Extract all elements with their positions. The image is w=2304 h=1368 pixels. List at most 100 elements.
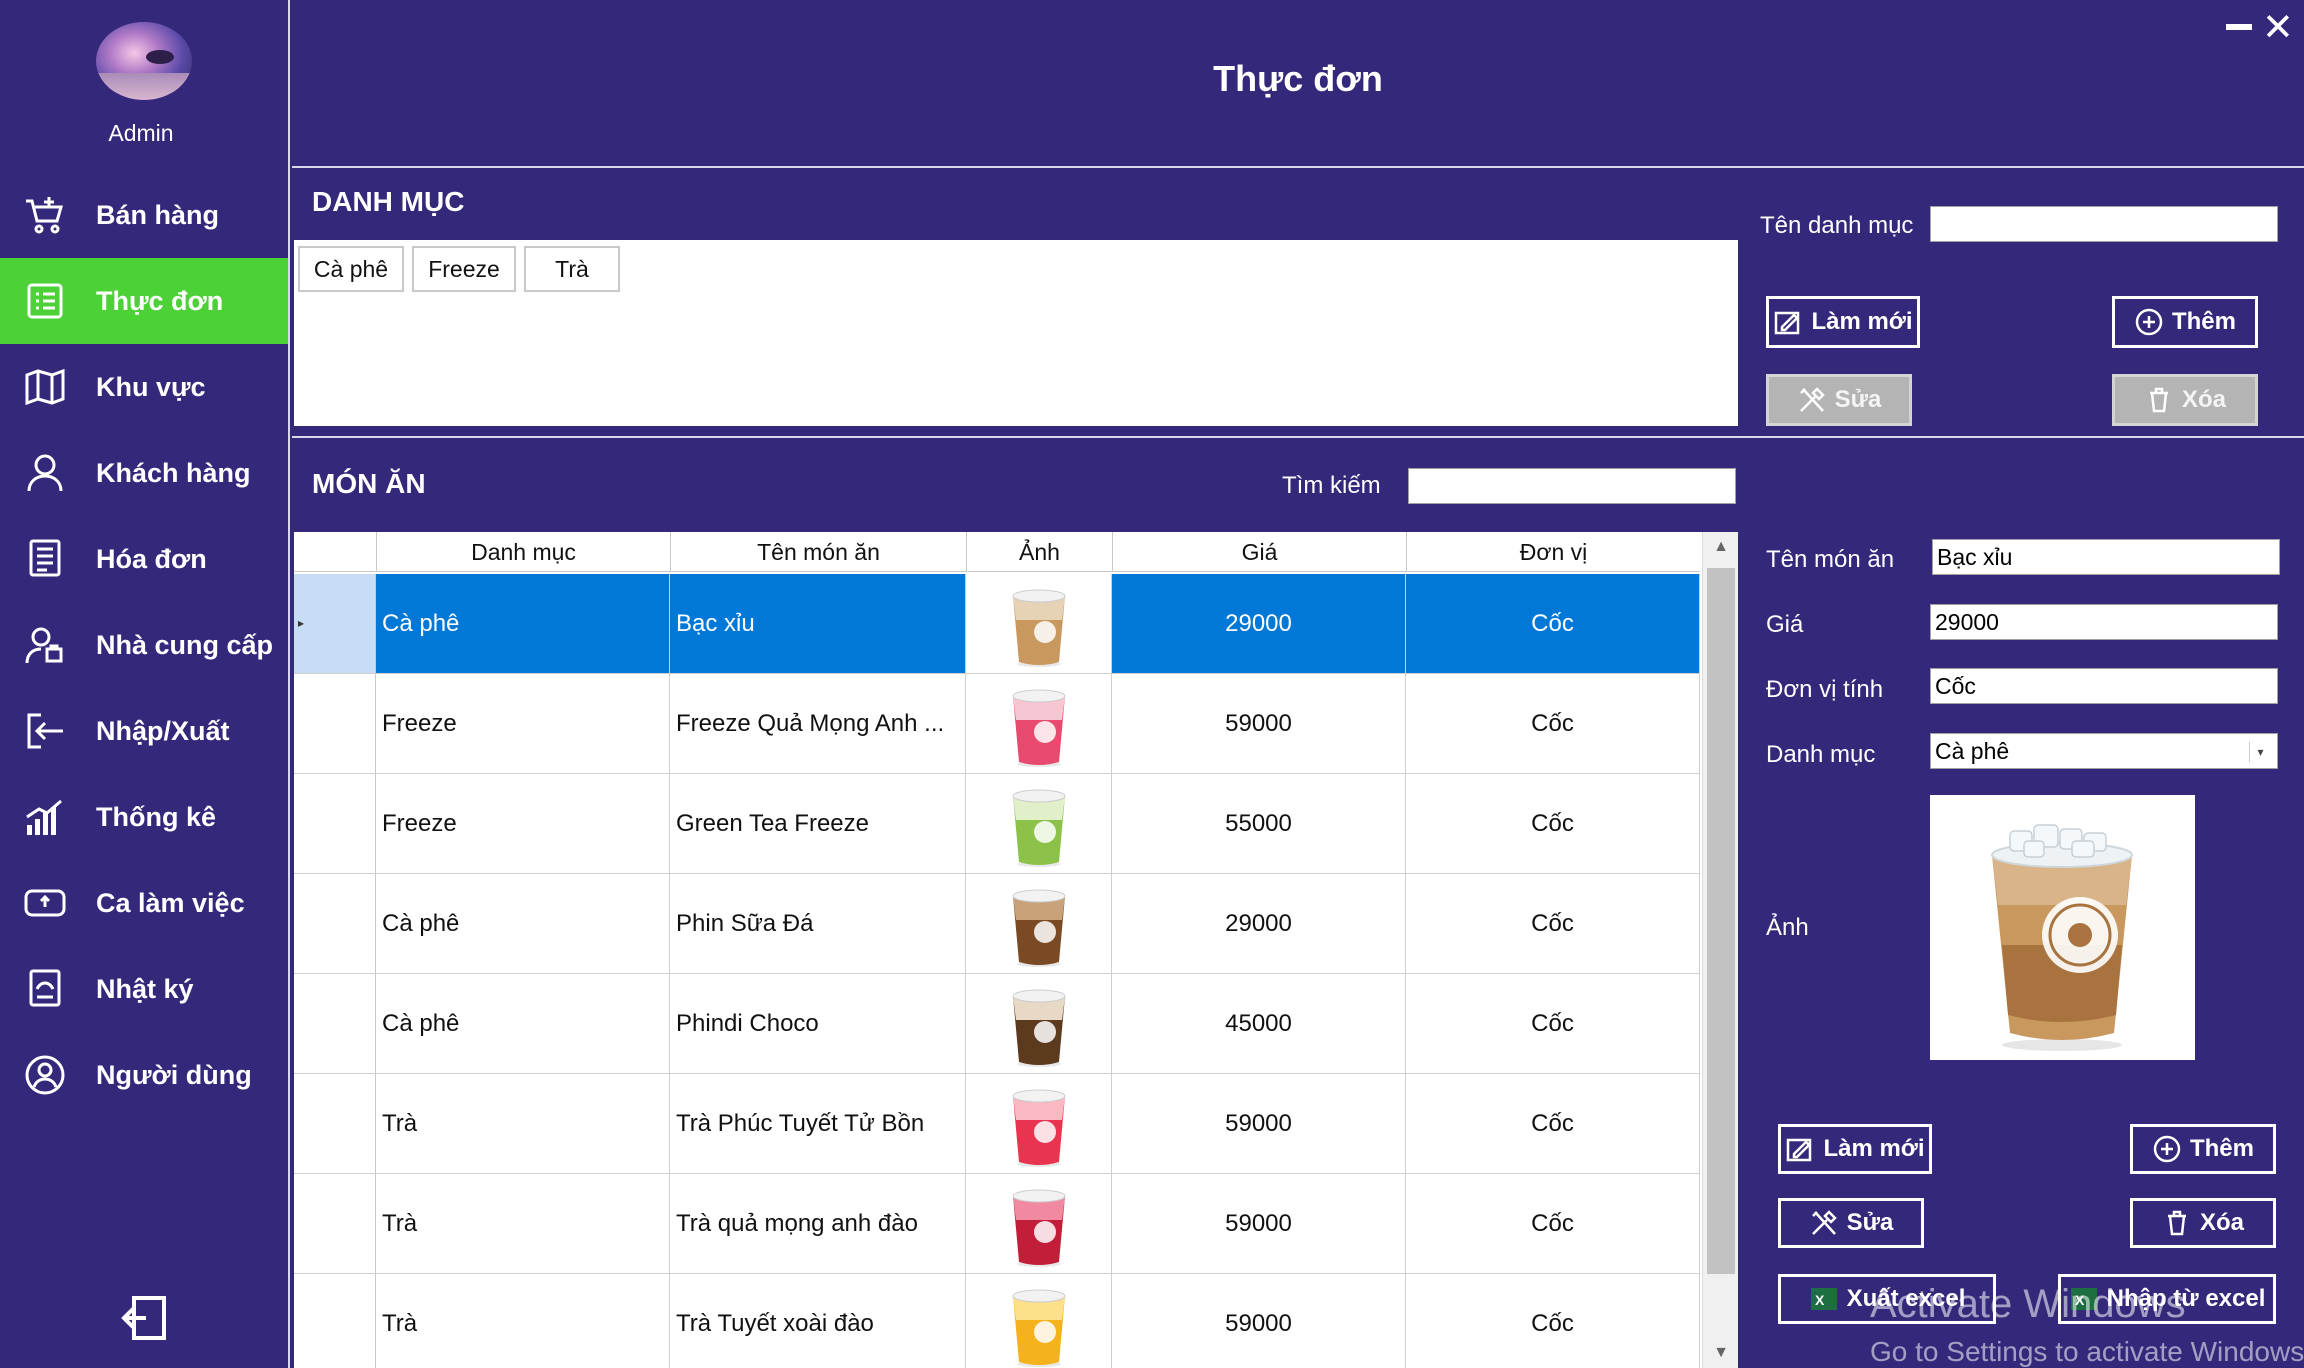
table-row[interactable]: Cà phê Phindi Choco 45000 Cốc [294,974,1700,1074]
dish-delete-button[interactable]: Xóa [2130,1198,2276,1248]
sidebar-item-nhat-ky[interactable]: Nhật ký [0,946,288,1032]
cell-price[interactable]: 59000 [1112,1274,1406,1368]
category-chip-ca-phe[interactable]: Cà phê [298,246,404,292]
cell-name[interactable]: Trà Tuyết xoài đào [670,1274,966,1368]
column-header-image[interactable]: Ảnh [966,532,1112,572]
price-input[interactable]: 29000 [1930,604,2278,640]
column-header-price[interactable]: Giá [1112,532,1406,572]
cell-image[interactable] [966,574,1112,673]
table-row[interactable]: Freeze Green Tea Freeze 55000 Cốc [294,774,1700,874]
cell-unit[interactable]: Cốc [1406,874,1700,973]
scrollbar-thumb[interactable] [1707,568,1735,1274]
sidebar-item-khu-vuc[interactable]: Khu vực [0,344,288,430]
cell-category[interactable]: Trà [376,1174,670,1273]
table-row[interactable]: ▸ Cà phê Bạc xỉu 29000 Cốc [294,574,1700,674]
cell-name[interactable]: Trà Phúc Tuyết Tử Bồn [670,1074,966,1173]
dish-refresh-button[interactable]: Làm mới [1778,1124,1932,1174]
sidebar-item-hoa-don[interactable]: Hóa đơn [0,516,288,602]
sidebar-item-nguoi-dung[interactable]: Người dùng [0,1032,288,1118]
cell-category[interactable]: Trà [376,1274,670,1368]
row-header[interactable] [294,1174,376,1273]
cell-unit[interactable]: Cốc [1406,774,1700,873]
sidebar-item-thuc-don[interactable]: Thực đơn [0,258,288,344]
price-label: Giá [1766,611,1804,638]
scroll-down-icon[interactable]: ▼ [1703,1338,1738,1368]
row-header[interactable]: ▸ [294,574,376,673]
cell-price[interactable]: 59000 [1112,1074,1406,1173]
dish-edit-button[interactable]: Sửa [1778,1198,1924,1248]
column-header-category[interactable]: Danh mục [376,532,670,572]
search-input[interactable] [1408,468,1736,504]
row-header[interactable] [294,874,376,973]
cell-image[interactable] [966,774,1112,873]
cell-name[interactable]: Bạc xỉu [670,574,966,673]
chevron-down-icon[interactable]: ▾ [2249,742,2271,762]
table-row[interactable]: Cà phê Phin Sữa Đá 29000 Cốc [294,874,1700,974]
cell-unit[interactable]: Cốc [1406,1174,1700,1273]
cell-price[interactable]: 59000 [1112,1174,1406,1273]
column-header-unit[interactable]: Đơn vị [1406,532,1700,572]
cell-price[interactable]: 45000 [1112,974,1406,1073]
cell-price[interactable]: 29000 [1112,874,1406,973]
cell-unit[interactable]: Cốc [1406,574,1700,673]
sidebar-item-nhap-xuat[interactable]: Nhập/Xuất [0,688,288,774]
dish-image[interactable] [1930,795,2195,1060]
row-header[interactable] [294,674,376,773]
category-chip-freeze[interactable]: Freeze [412,246,516,292]
cell-category[interactable]: Freeze [376,674,670,773]
cell-unit[interactable]: Cốc [1406,1074,1700,1173]
cell-name[interactable]: Freeze Quả Mọng Anh ... [670,674,966,773]
close-button[interactable]: ✕ [2262,9,2294,47]
scroll-up-icon[interactable]: ▲ [1703,532,1738,562]
row-header[interactable] [294,974,376,1073]
avatar[interactable] [96,22,192,100]
column-header-name[interactable]: Tên món ăn [670,532,966,572]
cell-price[interactable]: 55000 [1112,774,1406,873]
cell-image[interactable] [966,1174,1112,1273]
cell-unit[interactable]: Cốc [1406,974,1700,1073]
category-refresh-button[interactable]: Làm mới [1766,296,1920,348]
cell-image[interactable] [966,1074,1112,1173]
sidebar-item-khach-hang[interactable]: Khách hàng [0,430,288,516]
cell-category[interactable]: Freeze [376,774,670,873]
cell-price[interactable]: 59000 [1112,674,1406,773]
cell-name[interactable]: Phin Sữa Đá [670,874,966,973]
table-row[interactable]: Trà Trà quả mọng anh đào 59000 Cốc [294,1174,1700,1274]
category-name-input[interactable] [1930,206,2278,242]
cell-image[interactable] [966,974,1112,1073]
table-row[interactable]: Freeze Freeze Quả Mọng Anh ... 59000 Cốc [294,674,1700,774]
cell-name[interactable]: Trà quả mọng anh đào [670,1174,966,1273]
category-edit-button[interactable]: Sửa [1766,374,1912,426]
dish-category-select[interactable]: Cà phê ▾ [1930,733,2278,769]
category-chip-tra[interactable]: Trà [524,246,620,292]
cell-category[interactable]: Cà phê [376,974,670,1073]
logout-icon[interactable] [120,1294,168,1342]
sidebar-item-ban-hang[interactable]: Bán hàng [0,172,288,258]
dish-add-button[interactable]: Thêm [2130,1124,2276,1174]
cell-category[interactable]: Trà [376,1074,670,1173]
table-row[interactable]: Trà Trà Phúc Tuyết Tử Bồn 59000 Cốc [294,1074,1700,1174]
cell-name[interactable]: Green Tea Freeze [670,774,966,873]
cell-price[interactable]: 29000 [1112,574,1406,673]
table-scrollbar[interactable]: ▲ ▼ [1702,532,1738,1368]
cell-unit[interactable]: Cốc [1406,674,1700,773]
cell-image[interactable] [966,874,1112,973]
sidebar-item-ca-lam-viec[interactable]: Ca làm việc [0,860,288,946]
dish-name-input[interactable]: Bạc xỉu [1932,539,2280,575]
row-header[interactable] [294,774,376,873]
cell-category[interactable]: Cà phê [376,574,670,673]
unit-input[interactable]: Cốc [1930,668,2278,704]
row-header[interactable] [294,1074,376,1173]
sidebar-item-nha-cung-cap[interactable]: Nhà cung cấp [0,602,288,688]
cell-image[interactable] [966,674,1112,773]
table-row[interactable]: Trà Trà Tuyết xoài đào 59000 Cốc [294,1274,1700,1368]
cell-image[interactable] [966,1274,1112,1368]
cell-unit[interactable]: Cốc [1406,1274,1700,1368]
cell-name[interactable]: Phindi Choco [670,974,966,1073]
minimize-button[interactable] [2226,24,2252,30]
category-add-button[interactable]: Thêm [2112,296,2258,348]
sidebar-item-thong-ke[interactable]: Thống kê [0,774,288,860]
row-header[interactable] [294,1274,376,1368]
category-delete-button[interactable]: Xóa [2112,374,2258,426]
cell-category[interactable]: Cà phê [376,874,670,973]
